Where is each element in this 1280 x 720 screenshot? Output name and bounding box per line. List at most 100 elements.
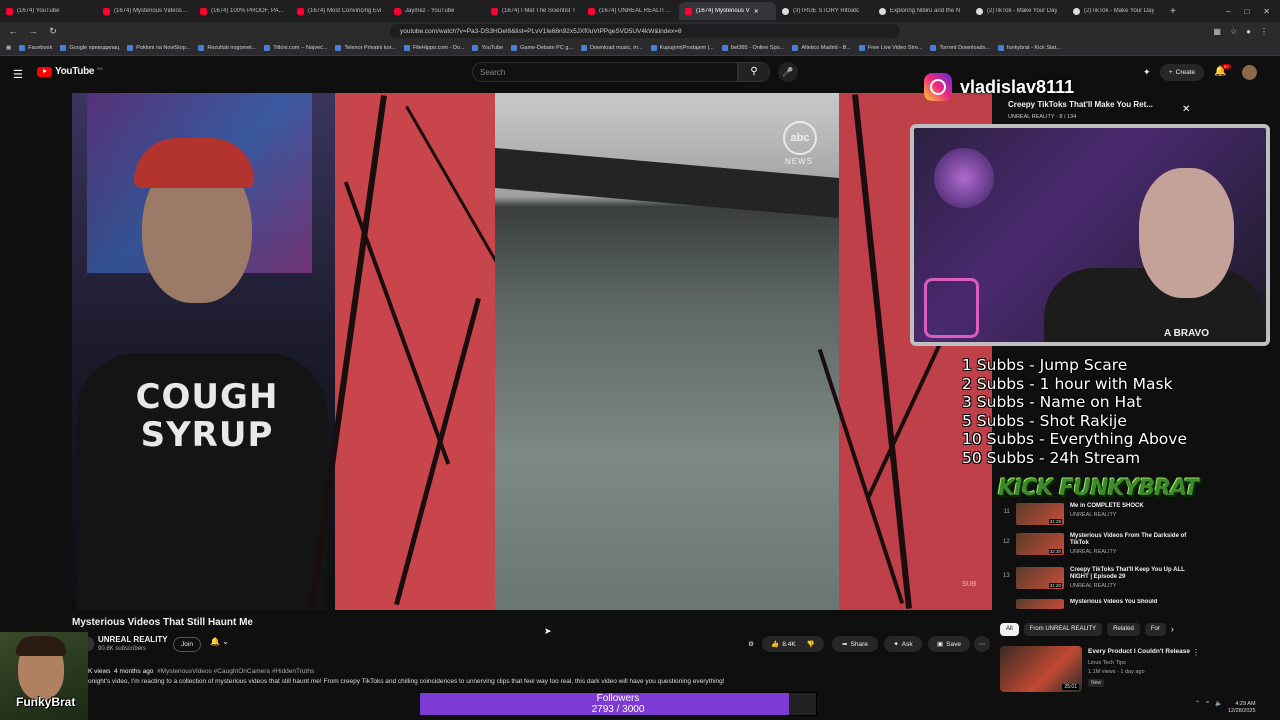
hashtags[interactable]: #MysteriousVideos #CaughtOnCamera #Hidde… xyxy=(157,668,314,675)
channel-name[interactable]: UNREAL REALITY xyxy=(98,635,168,644)
new-tab-icon[interactable]: + xyxy=(1164,6,1182,17)
playlist-title[interactable]: Creepy TikToks That'll Make You Ret... xyxy=(1008,100,1153,109)
playlist-thumbnail: 31:20 xyxy=(1015,567,1064,589)
browser-tab[interactable]: (2)TikTok - Make Your Day xyxy=(1067,2,1164,20)
join-button[interactable]: Join xyxy=(173,637,201,652)
bookmark-favicon-icon xyxy=(650,44,657,51)
apps-icon[interactable]: ▦ xyxy=(6,45,11,51)
bookmark-item[interactable]: Free Live Video Stre... xyxy=(858,44,922,51)
followers-goal-bar: Followers 2793 / 3000 xyxy=(419,692,817,716)
address-bar[interactable]: youtube.com/watch?v=Pa3-DS3HDel8&list=PL… xyxy=(390,24,900,38)
close-icon[interactable]: ✕ xyxy=(1182,104,1190,115)
bookmark-item[interactable]: Game-Debate PC g... xyxy=(511,44,573,51)
bookmark-item[interactable]: Rezultati nogomet... xyxy=(198,44,256,51)
minimize-icon[interactable]: – xyxy=(1226,7,1230,16)
browser-tab[interactable]: (1674) Mysterious V ✕ xyxy=(679,2,776,20)
bookmark-item[interactable]: Google преводилац xyxy=(60,44,119,51)
chip-from-channel[interactable]: From UNREAL REALITY xyxy=(1023,623,1103,636)
bookmark-label: Facebook xyxy=(28,44,53,51)
reload-icon[interactable]: ↻ xyxy=(46,26,60,37)
browser-menu-icon[interactable]: ⋮ xyxy=(1260,27,1268,36)
search-input[interactable]: Search xyxy=(472,62,738,82)
duration: 31:29 xyxy=(1048,519,1062,524)
bookmark-item[interactable]: Kupujem|Prodajem |... xyxy=(650,44,714,51)
browser-tab[interactable]: (1674) Mysterious Videos Th xyxy=(97,2,194,20)
playlist-item-title: Mysterious Videos From The Darkside of T… xyxy=(1070,533,1187,546)
microphone-icon[interactable]: 🎤 xyxy=(778,62,798,82)
browser-tab[interactable]: (1674) Most Convincing Evi xyxy=(291,2,388,20)
url-text: youtube.com/watch?v=Pa3-DS3HDel8&list=PL… xyxy=(400,27,682,35)
wifi-icon[interactable]: ≈ xyxy=(1206,700,1209,707)
chip-related[interactable]: Related xyxy=(1107,623,1140,636)
chevron-up-icon[interactable]: ⌃ xyxy=(1195,700,1200,707)
search-placeholder: Search xyxy=(480,68,506,77)
system-tray: ⌃ ≈ 🔈 xyxy=(1195,700,1223,707)
chip-all[interactable]: All xyxy=(1000,623,1019,636)
playlist-item[interactable]: 12 32:30 Mysterious Videos From The Dark… xyxy=(1000,533,1200,557)
chevron-right-icon[interactable]: › xyxy=(1171,623,1174,636)
browser-tab[interactable]: (1674) 100% PROOF, PARA xyxy=(194,2,291,20)
browser-tab[interactable]: Jaymez - YouTube xyxy=(388,2,485,20)
more-options-icon[interactable]: ⋮ xyxy=(1192,648,1200,657)
thumbs-up-icon[interactable]: 👍 xyxy=(771,640,779,648)
like-dislike-group[interactable]: 👍 8.4K 👎 xyxy=(762,636,824,652)
profile-icon[interactable]: ● xyxy=(1246,27,1251,36)
browser-tab[interactable]: (1674) YouTube xyxy=(0,2,97,20)
bookmark-item[interactable]: Facebook xyxy=(19,44,53,51)
back-icon[interactable]: ← xyxy=(6,26,20,36)
ask-button[interactable]: ✦ Ask xyxy=(884,636,922,652)
recommended-channel[interactable]: Linus Tech Tips xyxy=(1088,660,1126,666)
bookmark-item[interactable]: FileHippo.com - Do... xyxy=(403,44,464,51)
bookmark-item[interactable]: Atletico Madrid - B... xyxy=(792,44,851,51)
settings-gear-icon[interactable]: ⚙ xyxy=(744,636,758,652)
share-button[interactable]: ➦ Share xyxy=(832,636,878,652)
thumbs-down-icon[interactable]: 👎 xyxy=(807,640,815,648)
bookmark-star-icon[interactable]: ☆ xyxy=(1230,27,1237,36)
video-player[interactable]: COUGH SYRUP abc NEWS SUB xyxy=(72,93,992,610)
tab-label: (2)TikTok - Make Your Day xyxy=(1084,8,1155,14)
description-text[interactable]: onight's video, I'm reacting to a collec… xyxy=(88,678,725,685)
more-actions-icon[interactable]: ⋯ xyxy=(974,636,990,652)
forward-icon[interactable]: → xyxy=(26,26,40,36)
browser-tab[interactable]: (2)TikTok - Make Your Day xyxy=(970,2,1067,20)
chip-for-you[interactable]: For xyxy=(1144,623,1166,636)
bookmark-item[interactable]: funkybrat - Kick Stat... xyxy=(997,44,1061,51)
browser-tab[interactable]: (3)TRUE STORY Ritoatc xyxy=(776,2,873,20)
bookmark-item[interactable]: bet365 - Online Spo... xyxy=(721,44,784,51)
like-count: 8.4K xyxy=(782,640,796,648)
bookmark-item[interactable]: Download music, m... xyxy=(581,44,643,51)
system-clock[interactable]: 4:29 AM 12/28/2025 xyxy=(1228,701,1256,715)
extensions-icon[interactable]: ▦ xyxy=(1213,27,1221,36)
browser-tab[interactable]: (1674) I Met The Scientist T xyxy=(485,2,582,20)
account-avatar[interactable] xyxy=(1242,65,1257,80)
tab-label: (1674) Mysterious Videos Th xyxy=(114,8,188,14)
browser-tab[interactable]: Exploring Nibiru and the N xyxy=(873,2,970,20)
playlist-item[interactable]: 13 31:20 Creepy TikToks That'll Keep You… xyxy=(1000,567,1200,591)
bookmark-favicon-icon xyxy=(721,44,728,51)
description-meta[interactable]: K views 4 months ago #MysteriousVideos #… xyxy=(88,668,314,675)
instagram-icon xyxy=(924,73,952,101)
tab-favicon-icon xyxy=(297,7,304,15)
maximize-icon[interactable]: □ xyxy=(1244,7,1249,16)
bookmark-item[interactable]: Pokloni na NoviStop... xyxy=(127,44,190,51)
hamburger-menu-icon[interactable]: ☰ xyxy=(13,68,23,81)
save-button[interactable]: ▣ Save xyxy=(928,636,970,652)
recommended-thumbnail[interactable]: 25:01 xyxy=(1000,646,1082,692)
recommended-title[interactable]: Every Product I Couldn't Release xyxy=(1088,648,1190,655)
bookmark-item[interactable]: Telenor Privatni kor... xyxy=(335,44,396,51)
tab-close-icon[interactable]: ✕ xyxy=(754,8,759,15)
tab-label: Jaymez - YouTube xyxy=(405,8,455,14)
youtube-logo[interactable]: YouTube RS xyxy=(37,66,103,77)
bookmark-item[interactable]: Torrent Downloads... xyxy=(930,44,990,51)
playlist-item[interactable]: Mysterious Videos You Should xyxy=(1000,599,1200,611)
search-icon[interactable]: ⚲ xyxy=(738,62,770,82)
subscription-bell-icon[interactable]: 🔔 ⌄ xyxy=(210,637,229,646)
cast-icon[interactable]: ✦ xyxy=(1143,67,1151,78)
create-button[interactable]: + Create xyxy=(1160,64,1204,81)
playlist-item[interactable]: 11 31:29 Me in COMPLETE SHOCK UNREAL REAL… xyxy=(1000,503,1200,527)
volume-icon[interactable]: 🔈 xyxy=(1215,700,1222,707)
browser-tab[interactable]: (1674) UNREAL REALITY - Y xyxy=(582,2,679,20)
close-window-icon[interactable]: ✕ xyxy=(1263,7,1270,16)
bookmark-item[interactable]: YouTube xyxy=(472,44,503,51)
bookmark-item[interactable]: Titlovi.com -- Najveć... xyxy=(264,44,327,51)
